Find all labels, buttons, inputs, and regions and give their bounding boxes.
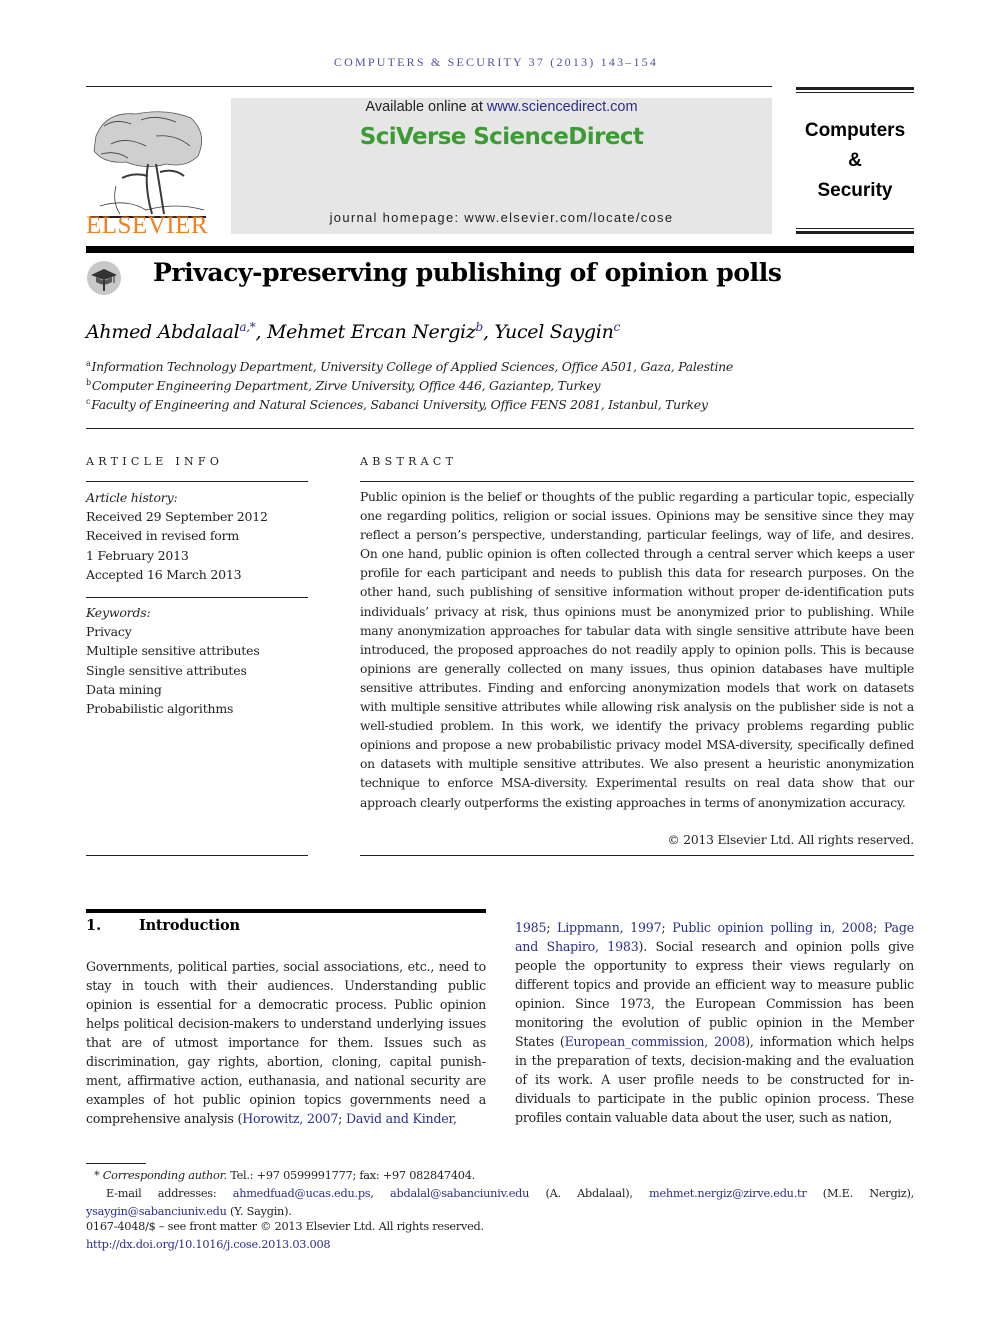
running-head: COMPUTERS & SECURITY 37 (2013) 143–154: [333, 55, 659, 69]
author-list: Ahmed Abdalaala,*, Mehmet Ercan Nergizb,…: [86, 320, 620, 343]
corresponding-author-label: Corresponding author.: [102, 1169, 227, 1182]
elsevier-wordmark: ELSEVIER: [86, 212, 209, 239]
history-item: Received in revised form: [86, 528, 240, 544]
citation-separator: ;: [873, 920, 884, 935]
citation-link[interactable]: Lippmann, 1997: [557, 920, 662, 935]
article-info-heading: ARTICLE INFO: [86, 455, 224, 468]
section-rule: [86, 909, 486, 913]
keywords: Keywords: Privacy Multiple sensitive att…: [86, 603, 260, 718]
abstract-text: Public opinion is the belief or thoughts…: [360, 490, 914, 810]
author-name[interactable]: Mehmet Ercan Nergiz: [267, 321, 476, 343]
history-item: Received 29 September 2012: [86, 509, 268, 525]
affiliation-mark: b: [86, 378, 91, 387]
journal-name: Computers & Security: [796, 116, 914, 206]
sciencedirect-link[interactable]: www.sciencedirect.com: [487, 99, 638, 115]
keyword-item: Single sensitive attributes: [86, 662, 247, 678]
article-history: Article history: Received 29 September 2…: [86, 488, 268, 584]
email-link[interactable]: ysaygin@sabanciuniv.edu: [86, 1205, 227, 1218]
body-column-right: 1985; Lippmann, 1997; Public opinion pol…: [515, 918, 914, 1127]
keyword-item: Multiple sensitive attributes: [86, 643, 260, 659]
paragraph-text: ). Social research and opinion polls giv…: [515, 939, 914, 1049]
affiliation-b: bComputer Engineering Department, Zirve …: [86, 378, 601, 393]
citation-separator: ;: [546, 920, 558, 935]
footnote-rule: [86, 1163, 146, 1164]
citation-link[interactable]: 1985: [515, 920, 546, 935]
paragraph-text: Governments, political parties, social a…: [86, 959, 486, 1126]
journal-name-line-3: Security: [817, 180, 893, 201]
citation-link[interactable]: Horowitz, 2007: [242, 1111, 338, 1126]
citation-link[interactable]: Public opinion polling in, 2008: [672, 920, 873, 935]
author-separator: ,: [255, 321, 267, 343]
article-info-rule: [86, 481, 308, 482]
citation-separator: ;: [661, 920, 673, 935]
contact-numbers: Tel.: +97 0599991777; fax: +97 082847404…: [226, 1169, 475, 1182]
section-title: Introduction: [139, 917, 240, 934]
citation-link[interactable]: European_commission, 2008: [565, 1034, 746, 1049]
author-name[interactable]: Ahmed Abdalaal: [86, 321, 240, 343]
abstract-bottom-rule: [360, 855, 914, 856]
history-item: Accepted 16 March 2013: [86, 566, 242, 582]
affiliation-text: Computer Engineering Department, Zirve U…: [91, 378, 601, 393]
email-link[interactable]: abdalal@sabanciuniv.edu: [390, 1187, 529, 1200]
citation-link[interactable]: David and Kinder,: [346, 1111, 457, 1126]
affiliation-text: Faculty of Engineering and Natural Scien…: [91, 397, 708, 412]
article-history-label: Article history:: [86, 490, 178, 505]
masthead-top-rule: [86, 86, 772, 87]
abstract-rule: [360, 481, 914, 482]
email-link[interactable]: ahmedfuad@ucas.edu.ps: [233, 1187, 371, 1200]
keyword-item: Data mining: [86, 681, 162, 697]
email-suffix: (M.E. Nergiz),: [806, 1187, 914, 1200]
footnote-mark: *: [94, 1169, 100, 1182]
journal-name-bottom-rule-thick: [796, 231, 914, 234]
abstract-heading: ABSTRACT: [360, 455, 458, 468]
section-number: 1.: [86, 917, 102, 934]
email-suffix: (Y. Saygin).: [226, 1204, 292, 1218]
affiliation-mark: c: [86, 397, 91, 406]
affiliations-rule: [86, 428, 914, 429]
available-online-line: Available online at www.sciencedirect.co…: [231, 99, 772, 115]
author-affiliation-mark[interactable]: b: [476, 320, 484, 334]
journal-name-top-rule-thin: [796, 92, 914, 93]
journal-name-line-2: &: [848, 150, 862, 171]
journal-name-line-1: Computers: [804, 120, 906, 141]
email-label: E-mail addresses:: [106, 1187, 233, 1200]
history-item: 1 February 2013: [86, 547, 189, 563]
keyword-item: Probabilistic algorithms: [86, 701, 234, 717]
keywords-rule: [86, 597, 308, 598]
journal-name-bottom-rule-thin: [796, 228, 914, 229]
masthead-heavy-rule: [86, 246, 914, 253]
affiliation-a: aInformation Technology Department, Univ…: [86, 359, 733, 374]
keywords-label: Keywords:: [86, 605, 151, 620]
author-affiliation-mark[interactable]: a,*: [239, 320, 255, 334]
author-separator: ,: [482, 321, 495, 343]
keyword-item: Privacy: [86, 624, 132, 640]
issn-line: 0167-4048/$ – see front matter © 2013 El…: [86, 1220, 484, 1233]
body-column-left: Governments, political parties, social a…: [86, 957, 486, 1128]
affiliation-mark: a: [86, 359, 91, 368]
available-online-text: Available online at: [365, 99, 487, 115]
doi-line: http://dx.doi.org/10.1016/j.cose.2013.03…: [86, 1236, 914, 1254]
citation-separator: ;: [338, 1111, 346, 1126]
abstract-copyright: © 2013 Elsevier Ltd. All rights reserved…: [667, 833, 915, 847]
corresponding-author-footnote: * Corresponding author. Tel.: +97 059999…: [86, 1167, 914, 1185]
crossmark-icon[interactable]: [86, 260, 122, 296]
journal-name-top-rule-thick: [796, 87, 914, 90]
affiliation-text: Information Technology Department, Unive…: [91, 359, 734, 374]
sciverse-sciencedirect-logo: SciVerse ScienceDirect: [359, 124, 644, 150]
article-info-bottom-rule: [86, 855, 308, 856]
author-affiliation-mark[interactable]: c: [614, 320, 621, 334]
email-footnote: E-mail addresses: ahmedfuad@ucas.edu.ps,…: [86, 1185, 914, 1220]
email-suffix: (A. Abdalaal),: [529, 1187, 649, 1200]
article-title: Privacy-preserving publishing of opinion…: [153, 258, 782, 287]
journal-homepage[interactable]: journal homepage: www.elsevier.com/locat…: [231, 210, 772, 225]
affiliation-c: cFaculty of Engineering and Natural Scie…: [86, 397, 708, 412]
email-link[interactable]: mehmet.nergiz@zirve.edu.tr: [649, 1187, 807, 1200]
email-suffix: ,: [370, 1187, 390, 1200]
author-name[interactable]: Yucel Saygin: [494, 321, 613, 343]
doi-link[interactable]: http://dx.doi.org/10.1016/j.cose.2013.03…: [86, 1238, 331, 1251]
